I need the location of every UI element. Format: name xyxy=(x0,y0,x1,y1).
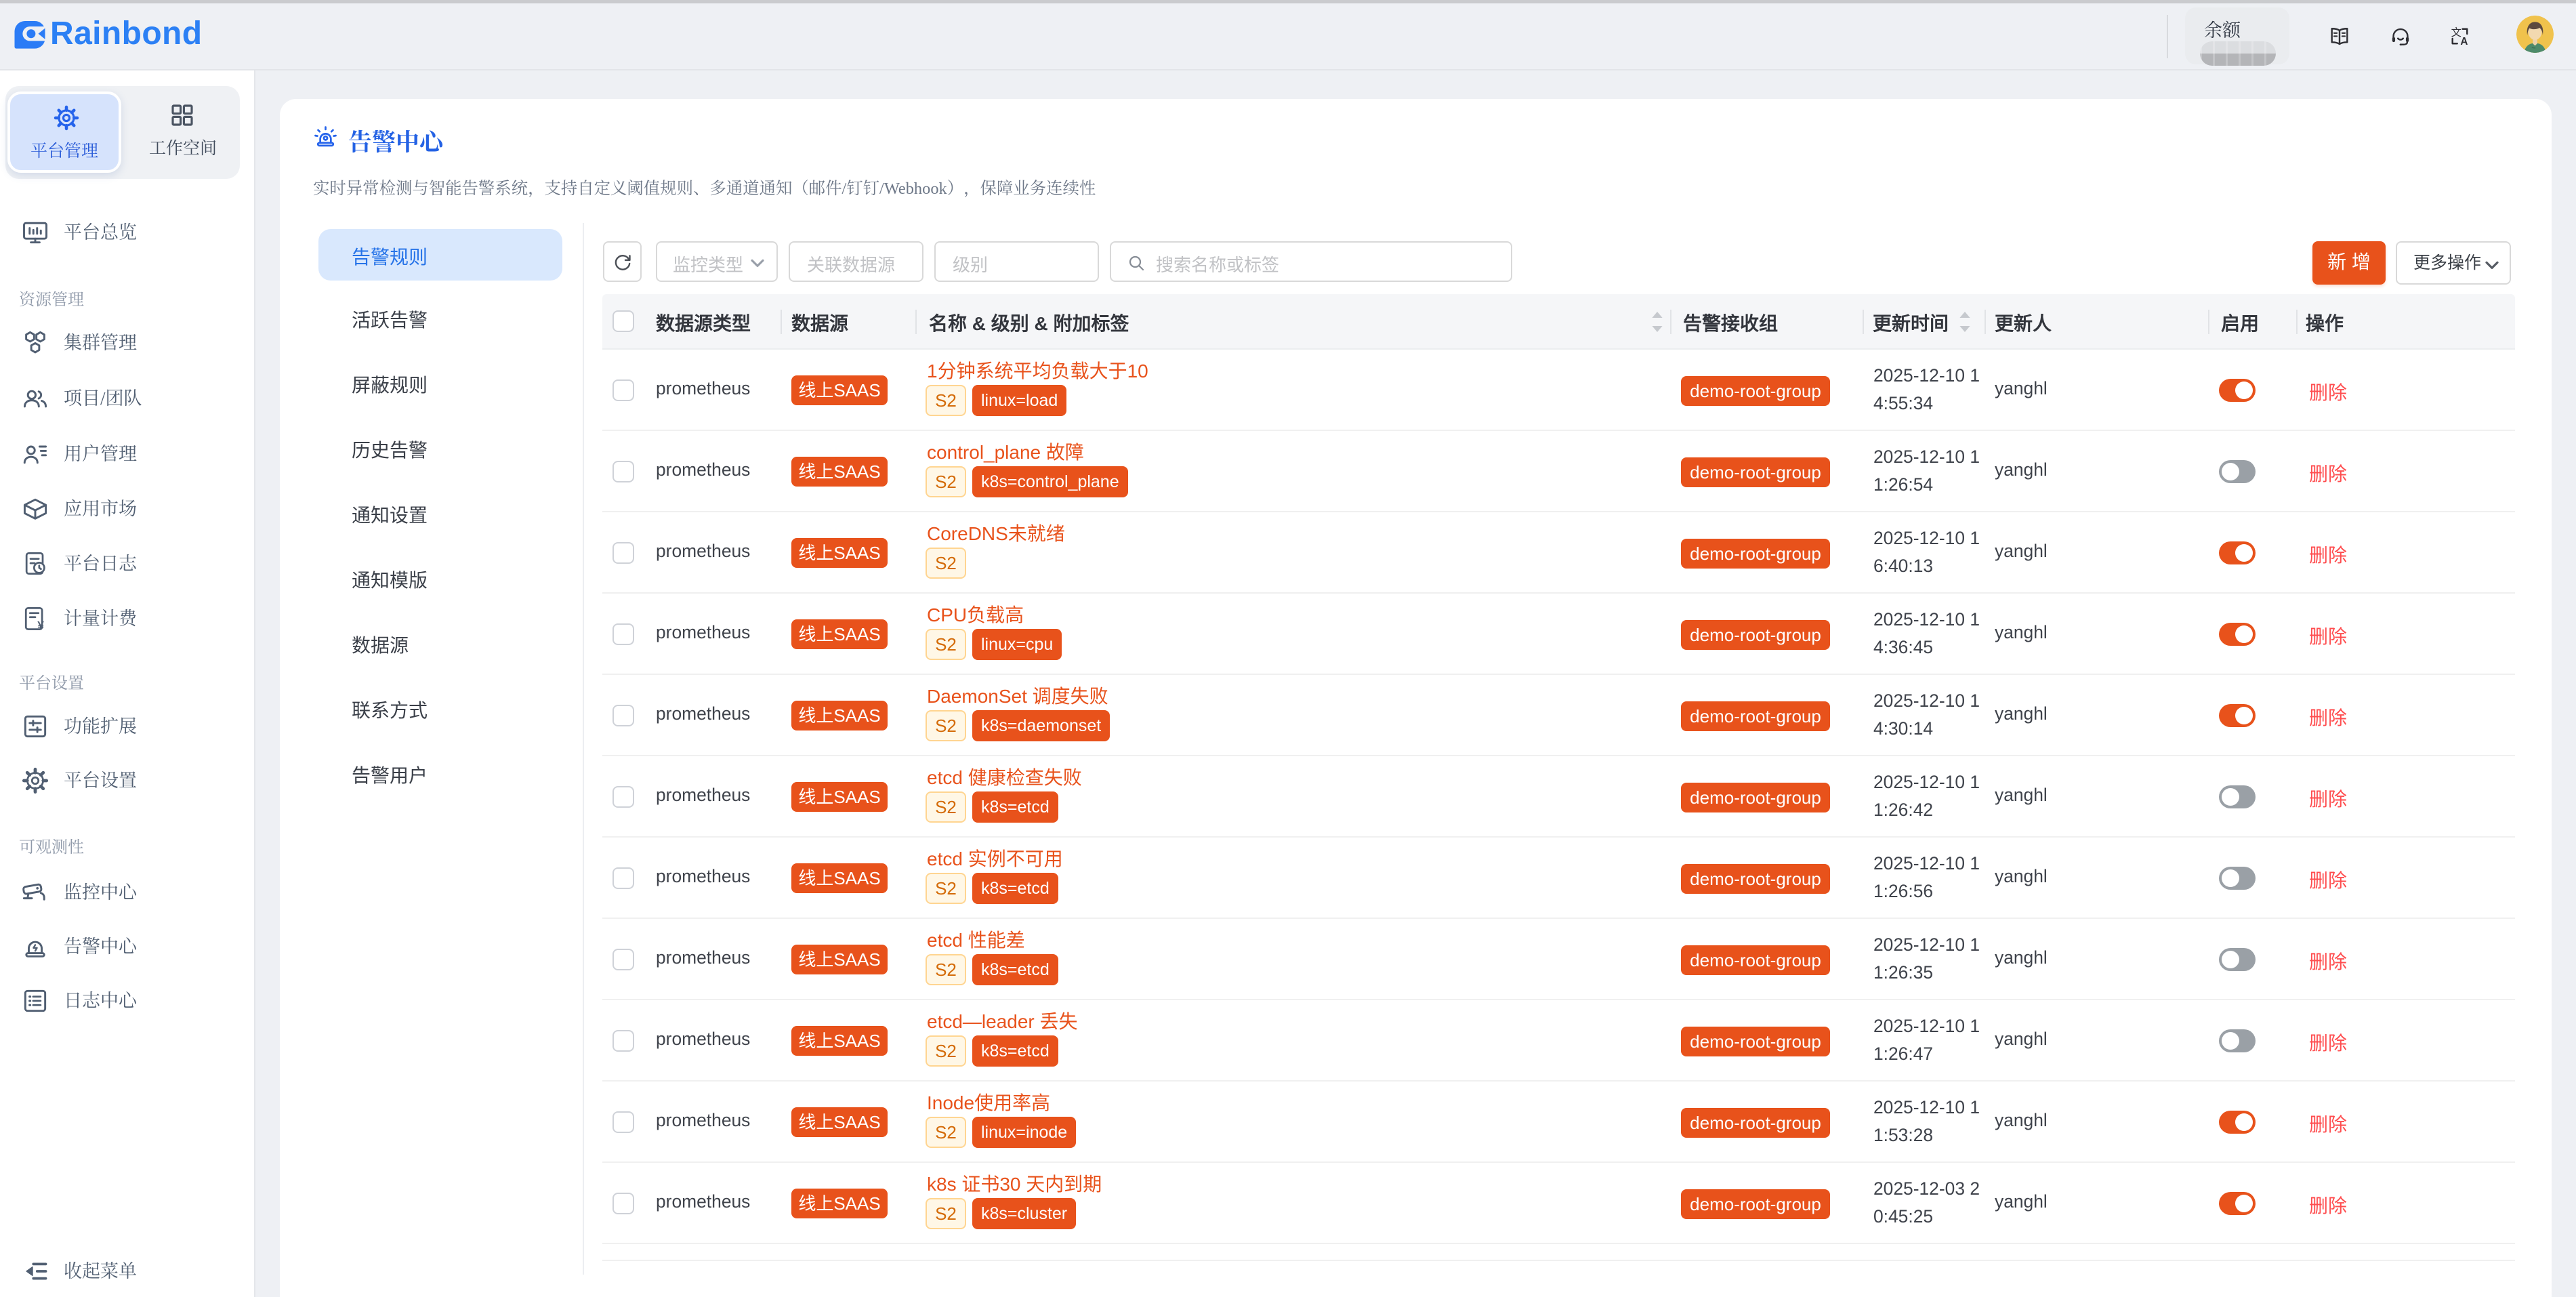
svg-text:A: A xyxy=(2460,36,2468,47)
svg-text:¥: ¥ xyxy=(37,619,44,632)
